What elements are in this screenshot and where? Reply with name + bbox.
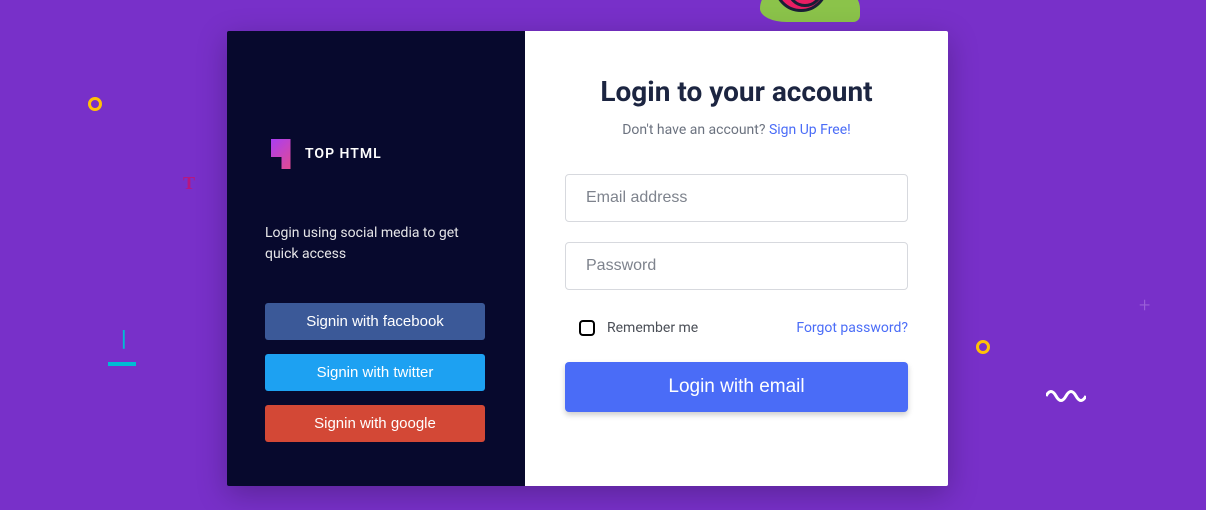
- logo-mark-icon: [265, 139, 295, 169]
- social-login-pane: TOP HTML Login using social media to get…: [227, 31, 525, 486]
- signup-prompt-text: Don't have an account?: [622, 122, 769, 138]
- email-field[interactable]: [565, 174, 908, 222]
- decoration-circle: [976, 340, 990, 354]
- decoration-wave: [1046, 387, 1086, 409]
- remember-me-label: Remember me: [607, 320, 698, 336]
- password-field[interactable]: [565, 242, 908, 290]
- decoration-circle: [88, 97, 102, 111]
- page-title: Login to your account: [565, 75, 908, 108]
- decoration-plus: +: [1139, 293, 1150, 317]
- snail-illustration: [760, 0, 860, 22]
- signup-prompt: Don't have an account? Sign Up Free!: [565, 122, 908, 138]
- login-card: TOP HTML Login using social media to get…: [227, 31, 948, 486]
- email-login-pane: Login to your account Don't have an acco…: [525, 31, 948, 486]
- brand-logo: TOP HTML: [265, 139, 487, 169]
- remember-me-group[interactable]: Remember me: [565, 320, 698, 336]
- login-email-button[interactable]: Login with email: [565, 362, 908, 412]
- decoration-pipe: |: [121, 327, 127, 352]
- remember-me-checkbox[interactable]: [579, 320, 595, 336]
- signin-facebook-button[interactable]: Signin with facebook: [265, 303, 485, 340]
- signup-link[interactable]: Sign Up Free!: [769, 122, 851, 138]
- brand-name: TOP HTML: [305, 146, 382, 162]
- signin-twitter-button[interactable]: Signin with twitter: [265, 354, 485, 391]
- decoration-dash: [108, 362, 136, 366]
- social-intro-text: Login using social media to get quick ac…: [265, 223, 487, 265]
- forgot-password-link[interactable]: Forgot password?: [796, 320, 908, 336]
- decoration-letter: T: [183, 173, 195, 194]
- signin-google-button[interactable]: Signin with google: [265, 405, 485, 442]
